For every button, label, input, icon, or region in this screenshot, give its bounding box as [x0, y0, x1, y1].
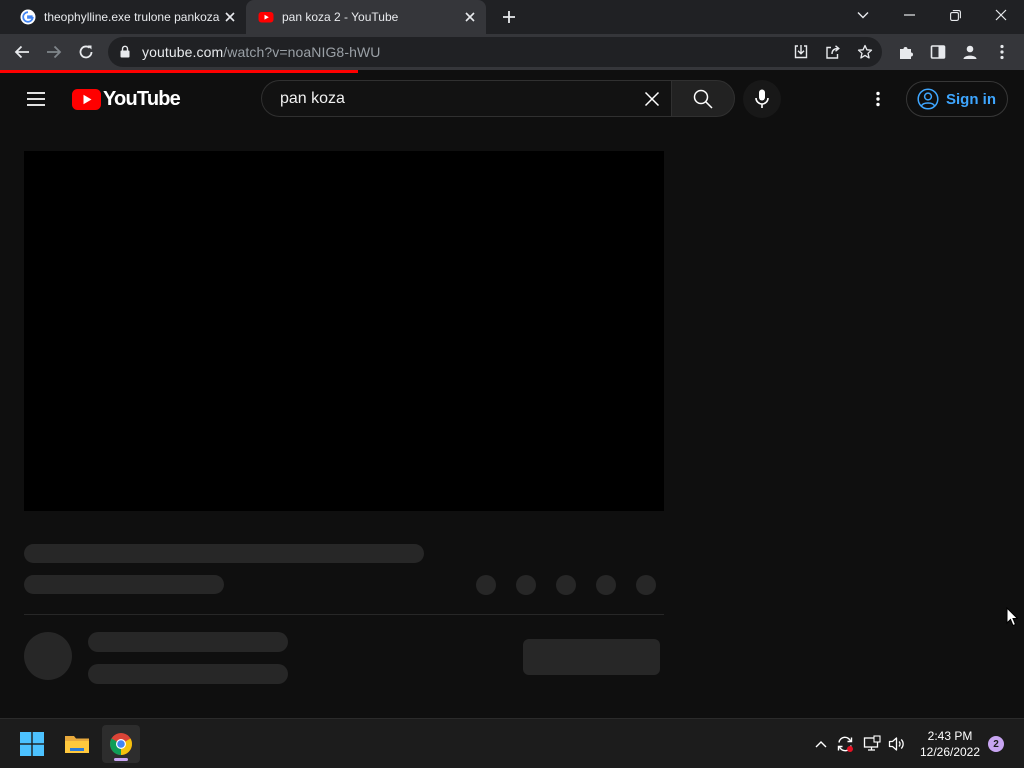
arrow-left-icon — [14, 45, 29, 59]
search-icon — [693, 89, 713, 109]
bookmark-star-icon[interactable] — [857, 44, 873, 60]
start-button[interactable] — [13, 725, 51, 763]
avatar-placeholder — [24, 632, 72, 680]
side-panel-button[interactable] — [924, 38, 952, 66]
minimize-button[interactable] — [886, 0, 932, 30]
sync-tray-button[interactable] — [835, 734, 855, 754]
title-placeholder — [24, 544, 424, 563]
url-path: /watch?v=noaNIG8-hWU — [223, 44, 381, 60]
google-favicon-icon — [20, 9, 36, 25]
youtube-logo[interactable]: YouTube — [72, 88, 181, 111]
back-button[interactable] — [8, 38, 36, 66]
taskbar: 2:43 PM 12/26/2022 2 — [0, 718, 1024, 768]
volume-tray-button[interactable] — [887, 734, 907, 754]
folder-icon — [65, 736, 89, 753]
mouse-cursor-icon — [1006, 607, 1018, 627]
address-bar[interactable]: youtube.com/watch?v=noaNIG8-hWU — [108, 37, 882, 67]
clock-time: 2:43 PM — [927, 729, 973, 743]
action-placeholder — [596, 575, 616, 595]
puzzle-icon — [900, 47, 913, 59]
tab-title: theophylline.exe trulone pankoza — [44, 10, 220, 24]
action-placeholder — [516, 575, 536, 595]
video-player[interactable] — [24, 151, 664, 511]
action-placeholder — [476, 575, 496, 595]
youtube-favicon-icon — [258, 12, 274, 23]
search-button[interactable] — [671, 80, 735, 117]
lock-icon[interactable] — [120, 45, 130, 58]
tab-youtube[interactable]: pan koza 2 - YouTube — [246, 0, 486, 34]
tab-strip: theophylline.exe trulone pankoza pan koz… — [0, 0, 1024, 34]
reload-button[interactable] — [72, 38, 100, 66]
guide-menu-button[interactable] — [20, 83, 52, 115]
sign-in-button[interactable]: Sign in — [906, 81, 1008, 117]
chrome-menu-button[interactable] — [988, 38, 1016, 66]
sync-icon — [837, 736, 853, 752]
profile-button[interactable] — [956, 38, 984, 66]
url-host: youtube.com — [142, 44, 224, 60]
minimize-icon — [903, 14, 915, 16]
youtube-logo-text: YouTube — [103, 88, 181, 110]
forward-button[interactable] — [40, 38, 68, 66]
tab-title: pan koza 2 - YouTube — [282, 10, 399, 24]
chrome-icon — [110, 733, 132, 755]
chevron-up-icon — [815, 741, 827, 748]
windows-logo-icon — [20, 732, 44, 756]
notification-badge[interactable]: 2 — [988, 736, 1004, 752]
tab-close-icon[interactable] — [460, 7, 480, 27]
subscribe-placeholder — [523, 639, 660, 675]
divider — [24, 614, 664, 615]
plus-icon — [503, 11, 515, 23]
taskbar-clock[interactable]: 2:43 PM 12/26/2022 — [912, 728, 988, 760]
close-icon — [995, 9, 1007, 21]
share-icon[interactable] — [825, 44, 841, 60]
meta-placeholder — [24, 575, 224, 594]
speaker-icon — [888, 737, 904, 751]
channel-name-placeholder — [88, 632, 288, 652]
new-tab-button[interactable] — [498, 7, 520, 27]
url-text: youtube.com/watch?v=noaNIG8-hWU — [142, 44, 381, 60]
active-app-indicator — [114, 758, 128, 761]
extensions-button[interactable] — [892, 38, 920, 66]
reload-icon — [79, 45, 93, 59]
account-circle-icon — [917, 88, 939, 110]
browser-toolbar: youtube.com/watch?v=noaNIG8-hWU — [0, 34, 1024, 70]
chevron-down-icon — [857, 12, 869, 19]
youtube-page: YouTube Sign in — [0, 73, 1024, 718]
hamburger-icon — [27, 92, 45, 106]
install-app-icon[interactable] — [793, 44, 809, 60]
voice-search-button[interactable] — [743, 80, 781, 118]
show-hidden-icons-button[interactable] — [811, 734, 831, 754]
network-icon — [863, 735, 881, 751]
close-window-button[interactable] — [978, 0, 1024, 30]
action-placeholder — [556, 575, 576, 595]
tab-google-search[interactable]: theophylline.exe trulone pankoza — [8, 0, 246, 34]
chrome-taskbar-button[interactable] — [102, 725, 140, 763]
kebab-menu-icon — [1000, 44, 1004, 60]
close-icon — [644, 91, 660, 107]
youtube-play-logo-icon — [72, 89, 101, 110]
side-panel-icon — [930, 45, 946, 59]
action-placeholder — [636, 575, 656, 595]
clock-date: 12/26/2022 — [919, 745, 981, 759]
sign-in-label: Sign in — [946, 90, 996, 108]
kebab-menu-icon — [876, 91, 880, 107]
network-tray-button[interactable] — [862, 734, 882, 754]
tab-close-icon[interactable] — [220, 7, 240, 27]
arrow-right-icon — [47, 45, 62, 59]
tab-search-button[interactable] — [840, 0, 886, 30]
profile-icon — [963, 45, 977, 59]
youtube-masthead: YouTube Sign in — [0, 73, 1024, 125]
subscriber-placeholder — [88, 664, 288, 684]
restore-button[interactable] — [932, 0, 978, 30]
settings-menu-button[interactable] — [864, 85, 892, 113]
search-input[interactable] — [278, 88, 622, 109]
restore-icon — [949, 9, 961, 21]
microphone-icon — [755, 89, 769, 108]
clear-search-button[interactable] — [639, 86, 665, 112]
search-box — [261, 80, 671, 117]
file-explorer-button[interactable] — [58, 725, 96, 763]
